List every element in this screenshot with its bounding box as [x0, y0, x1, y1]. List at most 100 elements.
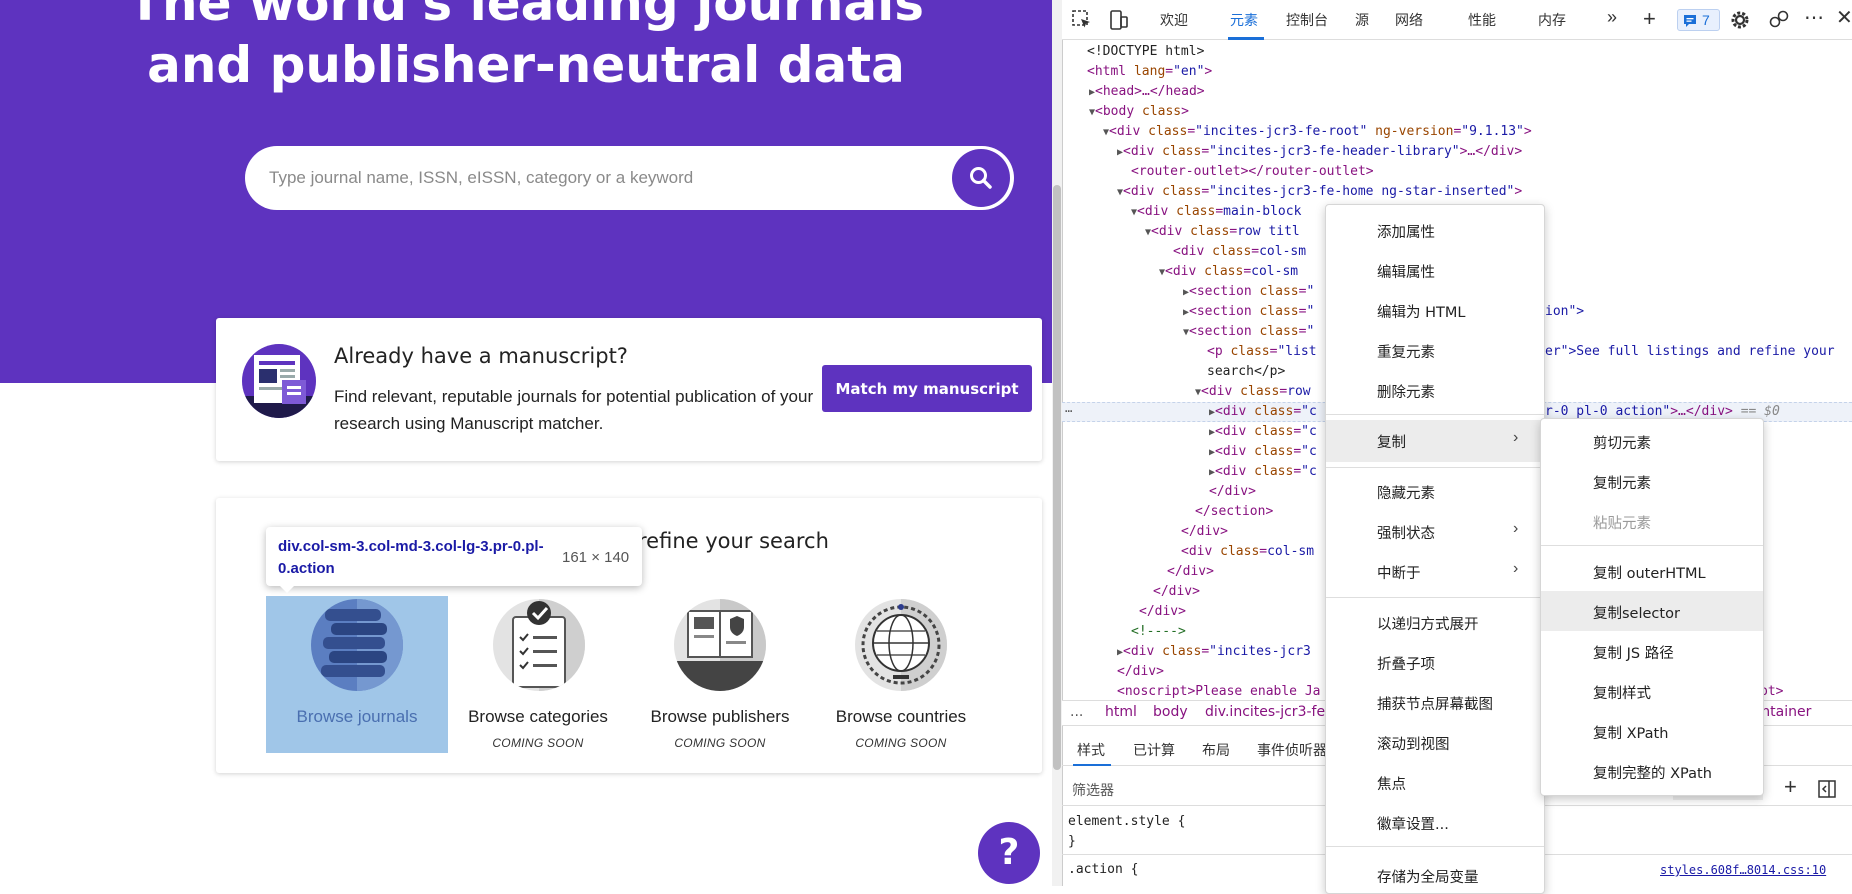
dom-line[interactable]: <div class=col-sm: [1173, 242, 1306, 262]
submenu-item-copy-selector[interactable]: 复制selector: [1593, 602, 1680, 623]
menu-item-add-attribute[interactable]: 添加属性: [1377, 221, 1435, 242]
submenu-item-copy-js-path[interactable]: 复制 JS 路径: [1593, 642, 1674, 663]
tab-layout[interactable]: 布局: [1202, 740, 1230, 760]
submenu-item-copy-element[interactable]: 复制元素: [1593, 472, 1651, 493]
more-tabs-icon[interactable]: »: [1607, 7, 1617, 28]
dom-line[interactable]: ▶<section class=": [1183, 282, 1314, 303]
menu-item-copy[interactable]: 复制: [1377, 431, 1406, 452]
menu-item-collapse-children[interactable]: 折叠子项: [1377, 653, 1435, 674]
menu-item-break-on[interactable]: 中断于: [1377, 562, 1421, 583]
add-tab-icon[interactable]: +: [1643, 6, 1656, 32]
dom-line[interactable]: ▶<head>…</head>: [1089, 82, 1205, 103]
dom-line[interactable]: ▶<div class="c: [1209, 402, 1317, 423]
dom-line[interactable]: ▼<section class=": [1183, 322, 1314, 343]
tab-memory[interactable]: 内存: [1538, 10, 1566, 30]
dom-line[interactable]: ▼<div class="incites-jcr3-fe-home ng-sta…: [1117, 182, 1522, 203]
dom-line[interactable]: search</p>: [1207, 362, 1285, 382]
dom-line[interactable]: ▶<div class="c: [1209, 462, 1317, 483]
dom-line[interactable]: ▶<div class="incites-jcr3: [1117, 642, 1311, 663]
tab-event-listeners[interactable]: 事件侦听器: [1257, 740, 1327, 760]
help-button[interactable]: ?: [978, 822, 1040, 884]
menu-item-duplicate-element[interactable]: 重复元素: [1377, 341, 1435, 362]
gear-icon[interactable]: [1730, 10, 1750, 30]
search-button[interactable]: [952, 149, 1010, 207]
browse-journals-icon[interactable]: [311, 599, 403, 691]
dom-line[interactable]: ▼<div class=main-block: [1131, 202, 1301, 223]
device-toolbar-icon[interactable]: [1108, 9, 1130, 31]
dom-line[interactable]: ▼<div class=row: [1195, 382, 1311, 403]
submenu-item-copy-xpath[interactable]: 复制 XPath: [1593, 722, 1668, 743]
dom-line[interactable]: ▼<div class=row titl: [1145, 222, 1300, 243]
dom-line[interactable]: <p class="list: [1207, 342, 1317, 362]
submenu-item-copy-full-xpath[interactable]: 复制完整的 XPath: [1593, 762, 1712, 783]
issues-badge[interactable]: 7: [1677, 9, 1720, 31]
browse-countries-icon[interactable]: [855, 599, 947, 691]
toggle-sidebar-icon[interactable]: [1818, 780, 1836, 798]
submenu-item-copy-outerhtml[interactable]: 复制 outerHTML: [1593, 562, 1706, 583]
menu-item-focus[interactable]: 焦点: [1377, 773, 1406, 794]
breadcrumb-div[interactable]: div.incites-jcr3-fe-: [1205, 704, 1330, 720]
tab-performance[interactable]: 性能: [1468, 10, 1496, 30]
dom-line[interactable]: </div>: [1181, 522, 1228, 542]
browse-publishers-icon[interactable]: [674, 599, 766, 691]
dom-line[interactable]: <html lang="en">: [1087, 62, 1212, 82]
submenu-item-cut-element[interactable]: 剪切元素: [1593, 432, 1651, 453]
style-source-link[interactable]: styles.608f…8014.css:10: [1660, 860, 1826, 880]
browse-categories-icon[interactable]: [493, 599, 585, 691]
style-rule-selector[interactable]: element.style {: [1068, 812, 1185, 832]
dom-line[interactable]: <router-outlet></router-outlet>: [1131, 162, 1374, 182]
menu-item-edit-attribute[interactable]: 编辑属性: [1377, 261, 1435, 282]
dom-line[interactable]: <!---->: [1131, 622, 1186, 642]
menu-item-force-state[interactable]: 强制状态: [1377, 522, 1435, 543]
browse-journals-link[interactable]: Browse journals: [267, 707, 447, 727]
menu-item-delete-element[interactable]: 删除元素: [1377, 381, 1435, 402]
browse-publishers-link[interactable]: Browse publishers: [630, 707, 810, 727]
page-scrollbar-thumb[interactable]: [1053, 185, 1061, 770]
menu-item-expand-recursively[interactable]: 以递归方式展开: [1377, 613, 1479, 634]
dom-line[interactable]: ▶<section class=": [1183, 302, 1314, 323]
dom-line[interactable]: ▼<div class="incites-jcr3-fe-root" ng-ve…: [1103, 122, 1532, 143]
menu-item-badge-settings[interactable]: 徽章设置...: [1377, 813, 1449, 834]
dom-line[interactable]: <!DOCTYPE html>: [1087, 42, 1204, 62]
tab-computed[interactable]: 已计算: [1133, 740, 1175, 760]
row-ellipsis-icon[interactable]: ⋯: [1065, 404, 1072, 418]
tab-sources[interactable]: 源: [1355, 10, 1369, 30]
close-icon[interactable]: ✕: [1836, 5, 1852, 30]
tab-styles[interactable]: 样式: [1077, 740, 1105, 760]
menu-item-hide-element[interactable]: 隐藏元素: [1377, 482, 1435, 503]
dom-line[interactable]: </div>: [1167, 562, 1214, 582]
tab-console[interactable]: 控制台: [1286, 10, 1328, 30]
tab-network[interactable]: 网络: [1395, 10, 1423, 30]
dom-line[interactable]: </div>: [1153, 582, 1200, 602]
menu-item-capture-node-screenshot[interactable]: 捕获节点屏幕截图: [1377, 693, 1493, 714]
browse-countries-link[interactable]: Browse countries: [811, 707, 991, 727]
dom-line[interactable]: ▼<body class>: [1089, 102, 1189, 123]
new-style-rule-icon[interactable]: +: [1784, 774, 1797, 800]
connect-devices-icon[interactable]: [1768, 9, 1790, 31]
menu-item-store-as-global-variable[interactable]: 存储为全局变量: [1377, 866, 1479, 887]
dom-line[interactable]: ▶<div class="c: [1209, 442, 1317, 463]
match-manuscript-button[interactable]: Match my manuscript: [822, 365, 1032, 412]
breadcrumb-more[interactable]: ...: [1070, 704, 1083, 720]
dom-line[interactable]: ▼<div class=col-sm: [1159, 262, 1298, 283]
dom-line[interactable]: </div>: [1209, 482, 1256, 502]
more-options-icon[interactable]: ⋯: [1804, 5, 1824, 30]
dom-line[interactable]: ▶<div class="incites-jcr3-fe-header-libr…: [1117, 142, 1522, 163]
styles-filter-input[interactable]: [1070, 779, 1330, 801]
dom-line[interactable]: </div>: [1117, 662, 1164, 682]
dom-line[interactable]: ▶<div class="c: [1209, 422, 1317, 443]
browse-categories-link[interactable]: Browse categories: [448, 707, 628, 727]
tab-elements[interactable]: 元素: [1230, 10, 1258, 30]
menu-item-edit-as-html[interactable]: 编辑为 HTML: [1377, 301, 1465, 322]
dom-line[interactable]: </section>: [1195, 502, 1273, 522]
search-input[interactable]: [267, 163, 927, 193]
breadcrumb-body[interactable]: body: [1153, 704, 1188, 720]
menu-item-scroll-into-view[interactable]: 滚动到视图: [1377, 733, 1450, 754]
dom-line[interactable]: <div class=col-sm: [1181, 542, 1314, 562]
style-rule-selector[interactable]: .action {: [1068, 860, 1138, 880]
dom-line[interactable]: <noscript>Please enable Ja: [1117, 682, 1321, 702]
breadcrumb-html[interactable]: html: [1105, 704, 1137, 720]
submenu-item-copy-styles[interactable]: 复制样式: [1593, 682, 1651, 703]
dom-line[interactable]: </div>: [1139, 602, 1186, 622]
inspect-element-icon[interactable]: [1071, 9, 1093, 31]
